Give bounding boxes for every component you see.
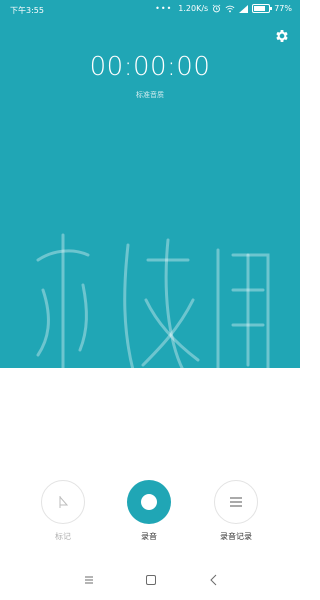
recordings-button[interactable]	[214, 480, 258, 524]
menu-icon[interactable]	[81, 573, 97, 587]
record-label: 录音	[141, 532, 157, 541]
wifi-icon	[225, 5, 235, 12]
status-right: ••• 1.20K/s 77%	[155, 4, 292, 13]
recorder-panel: 下午3:55 ••• 1.20K/s 77% 00:00:00 标准音质	[0, 0, 300, 372]
audio-quality[interactable]: 标准音质	[0, 90, 300, 100]
network-speed: 1.20K/s	[178, 4, 209, 13]
elapsed-time: 00:00:00	[89, 52, 211, 82]
home-icon[interactable]	[143, 573, 159, 587]
status-time: 下午3:55	[10, 6, 44, 15]
recordings-label: 录音记录	[220, 532, 252, 541]
flag-icon	[59, 496, 69, 508]
mark-label: 标记	[55, 532, 71, 541]
gear-icon[interactable]	[274, 28, 290, 44]
back-icon[interactable]	[206, 573, 222, 587]
battery-icon	[252, 4, 273, 13]
controls: 标记 录音 录音记录	[0, 480, 300, 550]
battery-percent: 77%	[274, 4, 292, 13]
notification-dots: •••	[155, 4, 173, 13]
list-icon	[230, 497, 242, 507]
record-button[interactable]	[127, 480, 171, 524]
status-bar: 下午3:55 ••• 1.20K/s 77%	[0, 0, 300, 20]
watermark-logo	[36, 233, 270, 372]
mark-button[interactable]	[41, 480, 85, 524]
record-icon	[141, 494, 157, 510]
system-nav-bar	[0, 565, 300, 595]
alarm-icon	[212, 4, 221, 13]
signal-icon	[239, 4, 249, 13]
